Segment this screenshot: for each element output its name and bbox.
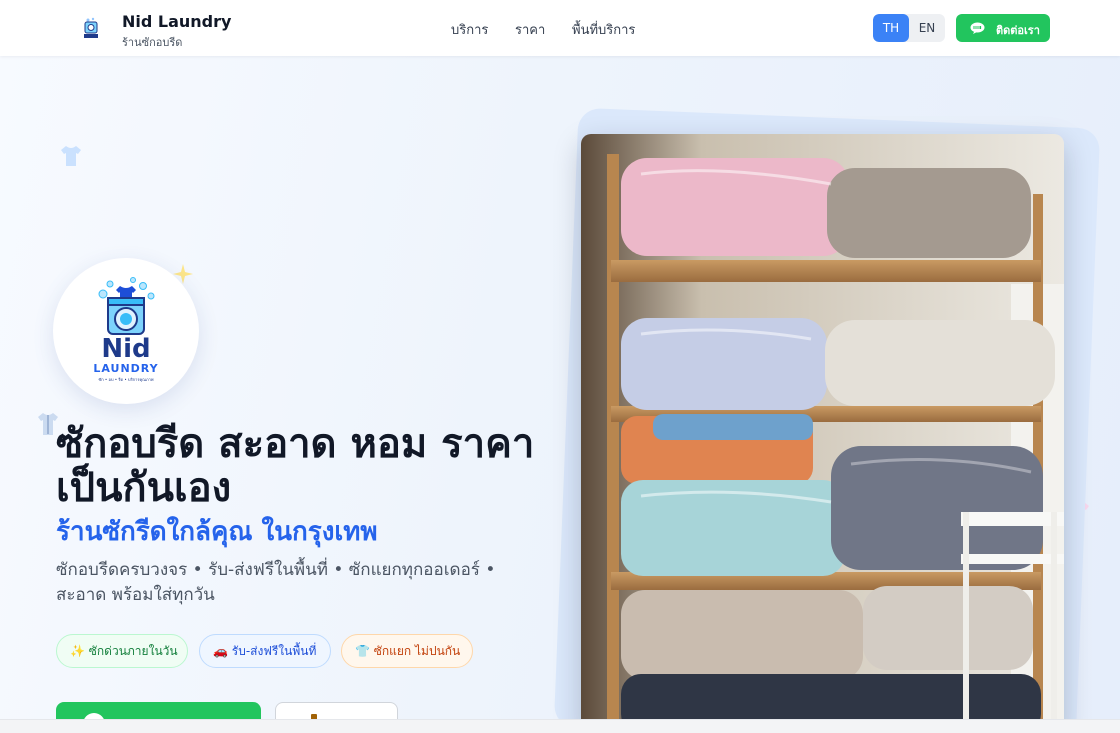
logo-wordmark: Nid — [101, 334, 151, 364]
brand-name[interactable]: Nid Laundry — [122, 12, 231, 31]
contact-button[interactable]: ติดต่อเรา — [956, 14, 1050, 42]
hero-logo-badge: Nid LAUNDRY ซัก • อบ • รีด • บริการคุณภา… — [53, 258, 199, 404]
feature-chip-free-delivery: 🚗 รับ-ส่งฟรีในพื้นที่ — [199, 634, 331, 668]
nav-link-pricing[interactable]: ราคา — [515, 19, 545, 40]
line-chat-icon — [970, 22, 985, 34]
hero-description: ซักอบรีดครบวงจร • รับ-ส่งฟรีในพื้นที่ • … — [56, 560, 496, 605]
feature-chip-separate-wash: 👕 ซักแยก ไม่ปนกัน — [341, 634, 473, 668]
hero-title: ซักอบรีด สะอาด หอม ราคาเป็นกันเอง — [56, 421, 535, 511]
feature-chip-express: ✨ ซักด่วนภายในวัน — [56, 634, 188, 668]
washing-machine-logo-icon — [98, 277, 155, 335]
top-navbar: Nid Laundry ร้านซักอบรีด บริการ ราคา พื้… — [0, 0, 1120, 56]
laundry-shelf-photo — [581, 134, 1064, 733]
lang-button-th[interactable]: TH — [873, 14, 909, 42]
browser-bottom-edge — [0, 719, 1120, 733]
hero-subtitle: ร้านซักรีดใกล้คุณ ในกรุงเทพ — [56, 517, 378, 547]
language-switcher: TH EN — [873, 14, 945, 42]
tshirt-deco-icon — [61, 146, 81, 166]
logo-wordmark-sub: LAUNDRY — [93, 362, 159, 375]
nav-link-service-area[interactable]: พื้นที่บริการ — [572, 19, 635, 40]
logo-tagline: ซัก • อบ • รีด • บริการคุณภาพ — [98, 377, 154, 382]
nav-link-services[interactable]: บริการ — [451, 19, 488, 40]
contact-button-label: ติดต่อเรา — [996, 24, 1040, 37]
brand-subtitle: ร้านซักอบรีด — [122, 36, 183, 49]
lang-button-en[interactable]: EN — [909, 14, 945, 42]
hero-photo — [581, 134, 1064, 733]
brand-logo-icon[interactable] — [82, 17, 100, 39]
